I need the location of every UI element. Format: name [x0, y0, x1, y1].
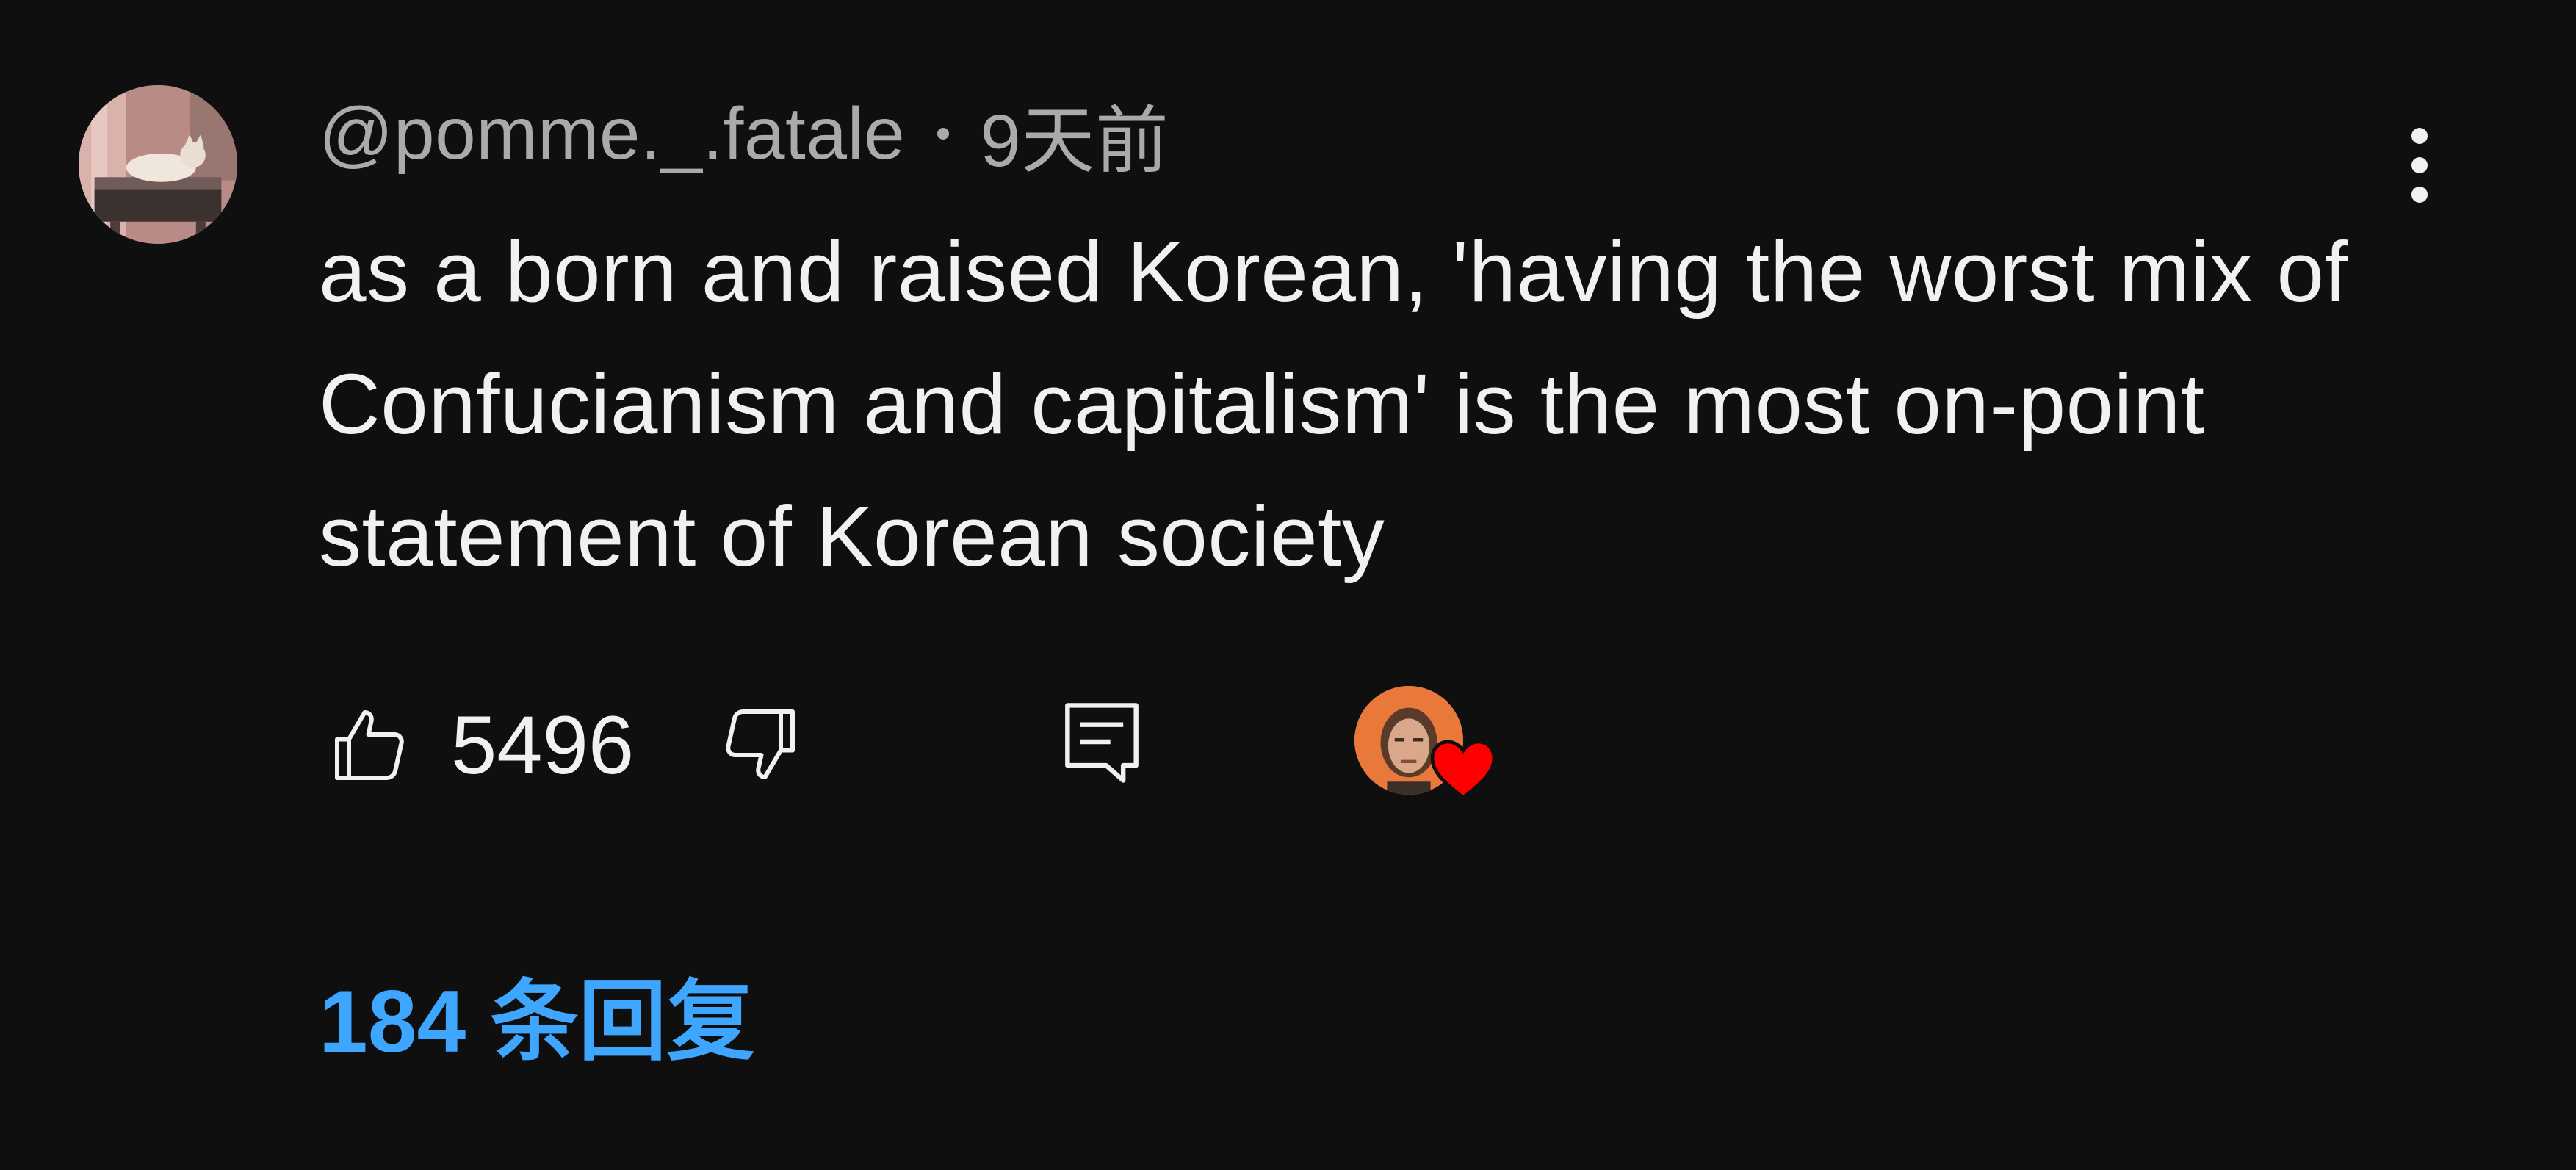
reply-button[interactable]: [1050, 690, 1153, 793]
cat-on-bed-avatar-icon: [79, 85, 237, 244]
view-replies-link[interactable]: 184 条回复: [319, 967, 755, 1077]
comment-timestamp[interactable]: 9天前: [980, 81, 1169, 187]
more-vertical-icon-dot: [2411, 157, 2428, 173]
comment-header: @pomme._.fatale 9天前: [319, 82, 1169, 185]
thumbs-up-icon: [335, 710, 404, 780]
more-vertical-icon-dot: [2411, 187, 2428, 203]
like-button[interactable]: [326, 701, 414, 789]
comment-actions: 5496: [319, 683, 1567, 801]
creator-heart-badge[interactable]: [1354, 683, 1516, 808]
separator-dot: [937, 128, 950, 140]
author-handle[interactable]: @pomme._.fatale: [319, 92, 905, 176]
comment-text: as a born and raised Korean, 'having the…: [319, 224, 2349, 584]
comment-thread: @pomme._.fatale 9天前 as a born and raised…: [0, 0, 2576, 1170]
like-count: 5496: [451, 699, 635, 791]
heart-icon: [1430, 740, 1496, 801]
more-vertical-icon-dot: [2411, 128, 2428, 144]
author-avatar[interactable]: [79, 85, 237, 244]
more-options-button[interactable]: [2383, 118, 2456, 213]
dislike-button[interactable]: [715, 701, 804, 789]
thumbs-down-icon: [726, 709, 795, 779]
reply-comment-icon: [1065, 703, 1139, 783]
